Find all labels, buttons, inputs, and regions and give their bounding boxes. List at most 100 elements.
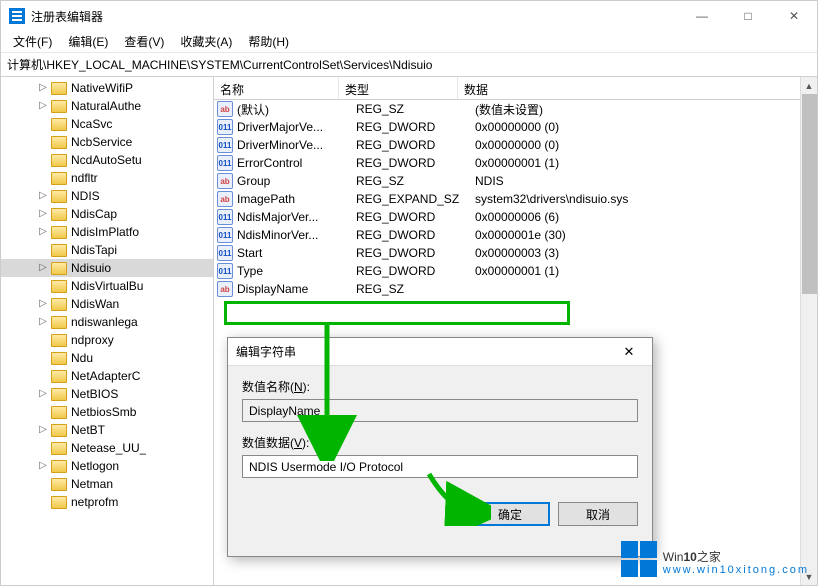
dialog-buttons: 确定 取消 [228, 502, 652, 536]
tree-item-ndisuio[interactable]: ▷ Ndisuio [1, 259, 213, 277]
expand-icon[interactable] [37, 442, 49, 454]
expand-icon[interactable] [37, 244, 49, 256]
dialog-close-button[interactable]: ✕ [614, 344, 644, 360]
tree-item-ndistapi[interactable]: NdisTapi [1, 241, 213, 259]
cell-type: REG_DWORD [356, 156, 475, 170]
maximize-button[interactable]: □ [725, 1, 771, 31]
list-row[interactable]: 011TypeREG_DWORD0x00000001 (1) [214, 262, 817, 280]
list-row[interactable]: abDisplayNameREG_SZ [214, 280, 817, 298]
tree-item-ndu[interactable]: Ndu [1, 349, 213, 367]
expand-icon[interactable] [37, 406, 49, 418]
expand-icon[interactable] [37, 280, 49, 292]
cell-name: (默认) [237, 101, 356, 118]
cell-data: 0x0000001e (30) [475, 228, 817, 242]
watermark-brand: Win10之家 [663, 543, 809, 565]
watermark: Win10之家 www.win10xitong.com [621, 541, 809, 577]
expand-icon[interactable] [37, 172, 49, 184]
tree-view[interactable]: ▷NativeWifiP▷NaturalAuthe NcaSvc NcbServic… [1, 77, 214, 585]
folder-icon [51, 406, 67, 419]
dialog-titlebar: 编辑字符串 ✕ [228, 338, 652, 366]
expand-icon[interactable]: ▷ [37, 226, 49, 238]
watermark-url: www.win10xitong.com [663, 565, 809, 576]
cell-name: NdisMajorVer... [237, 210, 356, 224]
list-row[interactable]: 011DriverMinorVe...REG_DWORD0x00000000 (… [214, 136, 817, 154]
value-type-icon: ab [217, 101, 233, 117]
tree-item-ncdautosetu[interactable]: NcdAutoSetu [1, 151, 213, 169]
list-row[interactable]: 011ErrorControlREG_DWORD0x00000001 (1) [214, 154, 817, 172]
tree-item-netadapterc[interactable]: NetAdapterC [1, 367, 213, 385]
expand-icon[interactable]: ▷ [37, 100, 49, 112]
menu-edit[interactable]: 编辑(E) [60, 31, 116, 52]
expand-icon[interactable]: ▷ [37, 316, 49, 328]
list-row[interactable]: ab(默认)REG_SZ(数值未设置) [214, 100, 817, 118]
expand-icon[interactable] [37, 118, 49, 130]
col-name[interactable]: 名称 [214, 77, 339, 99]
close-button[interactable]: ✕ [771, 1, 817, 31]
expand-icon[interactable] [37, 496, 49, 508]
cell-type: REG_DWORD [356, 210, 475, 224]
window-buttons: — □ ✕ [679, 1, 817, 31]
tree-item-netlogon[interactable]: ▷Netlogon [1, 457, 213, 475]
tree-item-naturalauthe[interactable]: ▷NaturalAuthe [1, 97, 213, 115]
tree-label: Ndisuio [71, 261, 111, 275]
tree-item-netprofm[interactable]: netprofm [1, 493, 213, 511]
tree-item-netbios[interactable]: ▷NetBIOS [1, 385, 213, 403]
expand-icon[interactable]: ▷ [37, 190, 49, 202]
tree-item-ndiswan[interactable]: ▷NdisWan [1, 295, 213, 313]
list-row[interactable]: 011NdisMajorVer...REG_DWORD0x00000006 (6… [214, 208, 817, 226]
list-row[interactable]: abGroupREG_SZNDIS [214, 172, 817, 190]
address-bar[interactable]: 计算机\HKEY_LOCAL_MACHINE\SYSTEM\CurrentCon… [1, 53, 817, 77]
col-type[interactable]: 类型 [339, 77, 458, 99]
expand-icon[interactable] [37, 370, 49, 382]
tree-item-ndisimplatfo[interactable]: ▷NdisImPlatfo [1, 223, 213, 241]
tree-item-ndiscap[interactable]: ▷NdisCap [1, 205, 213, 223]
tree-item-netbiossmb[interactable]: NetbiosSmb [1, 403, 213, 421]
tree-item-ndisvirtualbu[interactable]: NdisVirtualBu [1, 277, 213, 295]
expand-icon[interactable]: ▷ [37, 460, 49, 472]
expand-icon[interactable] [37, 334, 49, 346]
expand-icon[interactable] [37, 478, 49, 490]
expand-icon[interactable]: ▷ [37, 82, 49, 94]
expand-icon[interactable]: ▷ [37, 298, 49, 310]
list-row[interactable]: 011NdisMinorVer...REG_DWORD0x0000001e (3… [214, 226, 817, 244]
list-scrollbar[interactable]: ▲ ▼ [800, 77, 817, 585]
tree-item-nativewifip[interactable]: ▷NativeWifiP [1, 79, 213, 97]
tree-item-ndis[interactable]: ▷ NDIS [1, 187, 213, 205]
list-row[interactable]: abImagePathREG_EXPAND_SZsystem32\drivers… [214, 190, 817, 208]
tree-item-netease_uu_[interactable]: Netease_UU_ [1, 439, 213, 457]
expand-icon[interactable] [37, 154, 49, 166]
scroll-up-icon[interactable]: ▲ [801, 77, 817, 94]
ok-button[interactable]: 确定 [470, 502, 550, 526]
list-row[interactable]: 011DriverMajorVe...REG_DWORD0x00000000 (… [214, 118, 817, 136]
menu-favorites[interactable]: 收藏夹(A) [172, 31, 240, 52]
expand-icon[interactable]: ▷ [37, 424, 49, 436]
expand-icon[interactable] [37, 136, 49, 148]
cancel-button[interactable]: 取消 [558, 502, 638, 526]
tree-label: NDIS [71, 189, 100, 203]
col-data[interactable]: 数据 [458, 77, 817, 99]
list-row[interactable]: 011StartREG_DWORD0x00000003 (3) [214, 244, 817, 262]
tree-item-ndiswanlega[interactable]: ▷ndiswanlega [1, 313, 213, 331]
menu-file[interactable]: 文件(F) [5, 31, 60, 52]
tree-item-netbt[interactable]: ▷NetBT [1, 421, 213, 439]
expand-icon[interactable]: ▷ [37, 262, 49, 274]
scroll-thumb[interactable] [802, 94, 817, 294]
tree-item-ncasvc[interactable]: NcaSvc [1, 115, 213, 133]
expand-icon[interactable]: ▷ [37, 388, 49, 400]
menu-help[interactable]: 帮助(H) [240, 31, 297, 52]
expand-icon[interactable] [37, 352, 49, 364]
tree-item-ndproxy[interactable]: ndproxy [1, 331, 213, 349]
cell-name: ImagePath [237, 192, 356, 206]
expand-icon[interactable]: ▷ [37, 208, 49, 220]
tree-item-netman[interactable]: Netman [1, 475, 213, 493]
tree-label: NcaSvc [71, 117, 112, 131]
value-data-input[interactable] [242, 455, 638, 478]
tree-label: Ndu [71, 351, 93, 365]
tree-item-ndfltr[interactable]: ndfltr [1, 169, 213, 187]
tree-item-ncbservice[interactable]: NcbService [1, 133, 213, 151]
minimize-button[interactable]: — [679, 1, 725, 31]
value-type-icon: 011 [217, 209, 233, 225]
menu-view[interactable]: 查看(V) [116, 31, 172, 52]
address-text: 计算机\HKEY_LOCAL_MACHINE\SYSTEM\CurrentCon… [7, 56, 432, 73]
app-icon [9, 8, 25, 24]
